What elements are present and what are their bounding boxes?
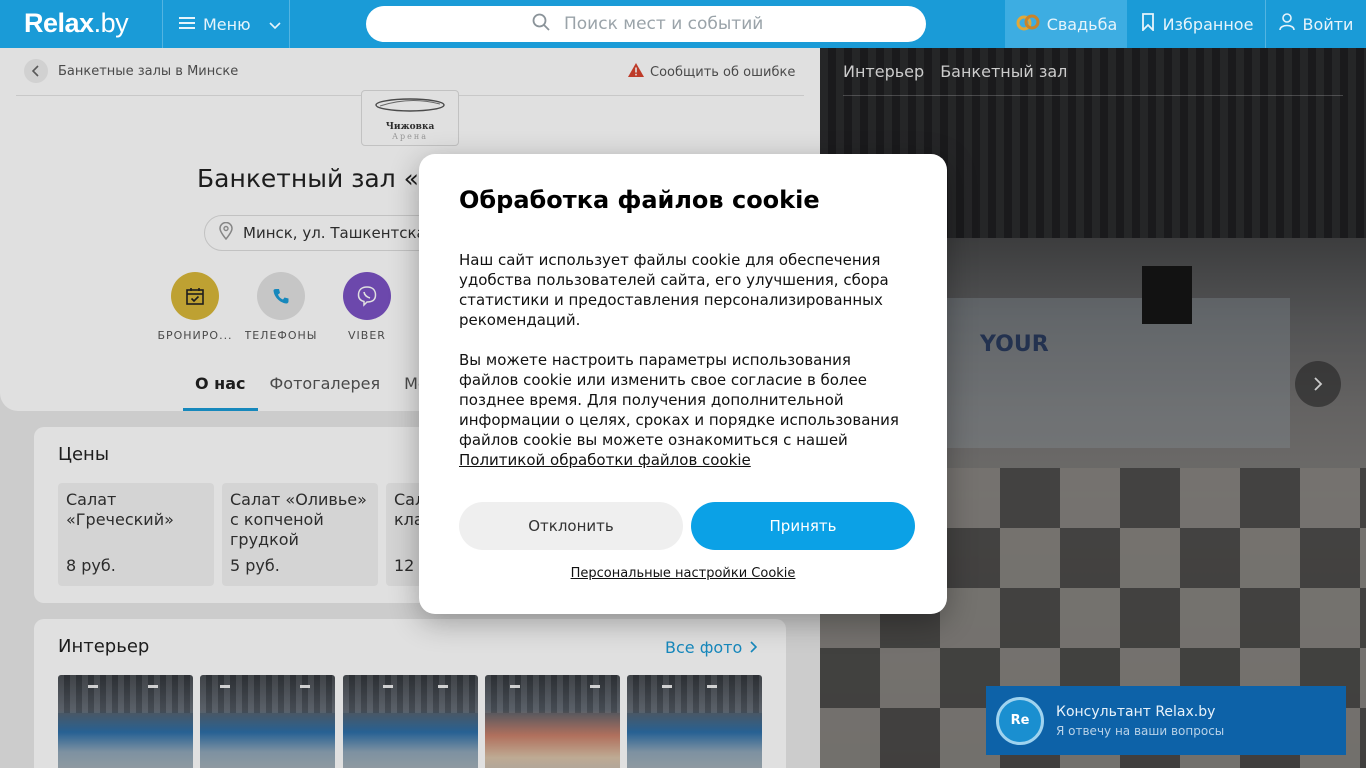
gallery-tab-banquet-hall[interactable]: Банкетный зал [940, 62, 1067, 81]
next-photo-button[interactable] [1295, 361, 1341, 407]
cookie-dialog-title: Обработка файлов cookie [459, 186, 820, 214]
chat-subtitle: Я отвечу на ваши вопросы [1056, 723, 1225, 738]
chat-widget[interactable]: Re Консультант Relax.by Я отвечу на ваши… [986, 686, 1346, 755]
header-divider [289, 0, 290, 48]
wedding-button[interactable]: Свадьба [1005, 0, 1127, 48]
search-icon [532, 13, 550, 36]
favorites-button[interactable]: Избранное [1128, 0, 1266, 48]
consultant-avatar: Re [996, 696, 1044, 745]
cookie-text-paragraph: Вы можете настроить параметры использова… [459, 350, 909, 470]
search-input[interactable] [564, 14, 824, 34]
wedding-rings-icon [1015, 13, 1041, 35]
gallery-tabs: Интерьер Банкетный зал [843, 62, 1067, 81]
user-icon [1278, 13, 1295, 35]
accept-button[interactable]: Принять [691, 502, 915, 550]
cookie-text-paragraph: Наш сайт использует файлы cookie для обе… [459, 251, 889, 329]
cookie-settings-link[interactable]: Персональные настройки Cookie [419, 566, 947, 581]
gallery-tab-interior[interactable]: Интерьер [843, 62, 924, 81]
menu-label: Меню [203, 14, 251, 34]
chat-title: Консультант Relax.by [1056, 703, 1216, 720]
bookmark-icon [1141, 13, 1155, 35]
top-header: Relax.by Меню Свадьба Избранное Войти [0, 0, 1366, 48]
cookie-policy-link[interactable]: Политикой обработки файлов cookie [459, 451, 751, 469]
divider [843, 95, 1343, 96]
chevron-down-icon [269, 15, 281, 34]
logo-suffix: .by [93, 8, 129, 38]
chevron-right-icon [1314, 377, 1323, 391]
login-label: Войти [1302, 14, 1354, 34]
favorites-label: Избранное [1162, 14, 1254, 34]
chat-text: Консультант Relax.by Я отвечу на ваши во… [1056, 704, 1224, 738]
menu-button[interactable]: Меню [163, 0, 289, 48]
wedding-label: Свадьба [1046, 14, 1118, 34]
cookie-dialog: Обработка файлов cookie Наш сайт использ… [419, 154, 947, 614]
decline-button[interactable]: Отклонить [459, 502, 683, 550]
login-button[interactable]: Войти [1266, 0, 1366, 48]
cookie-text-paragraph-body: Вы можете настроить параметры использова… [459, 351, 899, 449]
logo-main: Relax [24, 8, 94, 38]
search-bar[interactable] [366, 6, 926, 42]
site-logo[interactable]: Relax.by [24, 8, 129, 39]
hamburger-icon [179, 15, 195, 34]
